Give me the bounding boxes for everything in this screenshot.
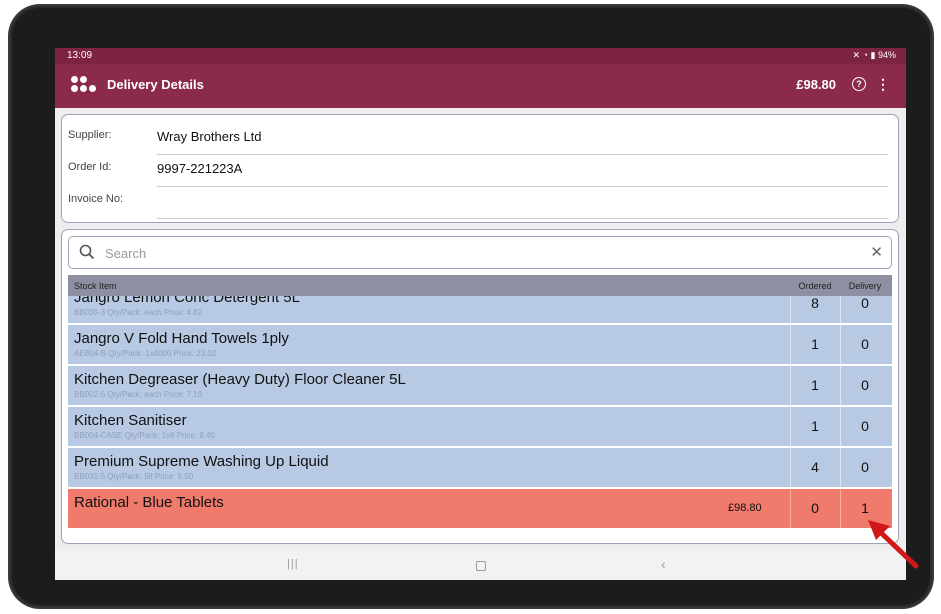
table-row[interactable]: Kitchen Sanitiser BB004-CASE Qty/Pack: 1… (68, 407, 892, 446)
table-header: Stock Item Ordered Delivery (68, 275, 892, 296)
row-delivery-qty[interactable]: 0 (840, 377, 890, 393)
order-id-value: 9997-221223A (157, 161, 243, 176)
order-id-row: Order Id: 9997-221223A (62, 157, 898, 187)
android-nav-bar: ||| ‹ (55, 550, 906, 580)
row-delivery-qty[interactable]: 0 (840, 296, 890, 311)
row-ordered-qty: 1 (811, 336, 819, 352)
row-delivery-qty[interactable]: 0 (840, 336, 890, 352)
row-line-price: £98.80 (728, 502, 762, 514)
app-logo-icon (71, 76, 97, 94)
row-item-name: Jangro V Fold Hand Towels 1ply (74, 330, 289, 347)
table-row[interactable]: Kitchen Degreaser (Heavy Duty) Floor Cle… (68, 366, 892, 405)
table-row[interactable]: Jangro V Fold Hand Towels 1ply AE804-B Q… (68, 325, 892, 364)
supplier-value: Wray Brothers Ltd (157, 129, 262, 144)
row-item-details: AE804-B Qty/Pack: 1x4000 Price: 23.02 (74, 349, 217, 358)
page-title: Delivery Details (107, 77, 204, 92)
order-id-label: Order Id: (68, 161, 112, 173)
row-item-name: Rational - Blue Tablets (74, 494, 224, 511)
row-delivery-qty[interactable]: 0 (840, 459, 890, 475)
tablet-frame: 13:09 ✕ ◔ ▮ 94% Delivery Details £98.80 … (10, 6, 932, 607)
screen: 13:09 ✕ ◔ ▮ 94% Delivery Details £98.80 … (55, 48, 906, 580)
column-header-stock-item: Stock Item (74, 281, 117, 291)
search-input[interactable] (103, 243, 847, 263)
row-item-details: BB031-5 Qty/Pack: 5lt Price: 6.50 (74, 472, 194, 481)
table-row-highlighted[interactable]: Rational - Blue Tablets £98.80 0 1 (68, 489, 892, 528)
row-item-name: Jangro Lemon Conc Detergent 5L (74, 296, 300, 306)
supplier-label: Supplier: (68, 129, 112, 141)
row-ordered-qty: 1 (811, 377, 819, 393)
invoice-no-label: Invoice No: (68, 193, 124, 205)
row-item-name: Premium Supreme Washing Up Liquid (74, 453, 329, 470)
battery-level: 94% (877, 50, 896, 60)
table-row[interactable]: Jangro Lemon Conc Detergent 5L BB035-3 Q… (68, 296, 892, 323)
column-header-ordered: Ordered (798, 281, 832, 291)
table-row[interactable]: Premium Supreme Washing Up Liquid BB031-… (68, 448, 892, 487)
annotation-arrow-icon (868, 520, 919, 569)
status-time: 13:09 (67, 50, 93, 61)
recent-apps-icon[interactable]: ||| (287, 558, 299, 570)
more-vert-icon[interactable]: ⋮ (876, 76, 890, 93)
status-icons: ✕ ◔ ▮ 94% (852, 50, 896, 60)
invoice-no-row[interactable]: Invoice No: (62, 189, 898, 219)
app-bar: Delivery Details £98.80 ? ⋮ (55, 64, 906, 108)
supplier-row: Supplier: Wray Brothers Ltd (62, 125, 898, 155)
close-icon[interactable]: ✕ (870, 243, 883, 261)
home-icon[interactable] (476, 561, 486, 571)
row-ordered-qty: 1 (811, 418, 819, 434)
help-circle-icon[interactable]: ? (852, 77, 866, 91)
search-box[interactable]: ✕ (68, 236, 892, 269)
delivery-details-card: Supplier: Wray Brothers Ltd Order Id: 99… (61, 114, 899, 223)
row-delivery-qty[interactable]: 0 (840, 418, 890, 434)
invoice-no-underline (157, 218, 888, 219)
order-total: £98.80 (796, 77, 836, 92)
row-ordered-qty: 8 (811, 296, 819, 311)
search-icon (79, 244, 95, 260)
row-ordered-qty: 0 (811, 500, 819, 516)
row-item-name: Kitchen Sanitiser (74, 412, 187, 429)
status-bar: 13:09 ✕ ◔ ▮ 94% (55, 48, 906, 64)
order-id-underline (157, 186, 888, 187)
column-header-delivery: Delivery (848, 281, 882, 291)
row-item-details: BB004-CASE Qty/Pack: 1x6 Price: 8.40 (74, 431, 215, 440)
supplier-underline (157, 154, 888, 155)
row-ordered-qty: 4 (811, 459, 819, 475)
row-item-name: Kitchen Degreaser (Heavy Duty) Floor Cle… (74, 371, 406, 388)
back-icon[interactable]: ‹ (661, 556, 666, 572)
stock-list-card: ✕ Stock Item Ordered Delivery Jangro Lem… (61, 229, 899, 544)
stock-list[interactable]: Jangro Lemon Conc Detergent 5L BB035-3 Q… (68, 296, 892, 536)
row-item-details: BB035-3 Qty/Pack: each Price: 4.82 (74, 308, 203, 317)
row-item-details: BB002-5 Qty/Pack: each Price: 7.19 (74, 390, 203, 399)
